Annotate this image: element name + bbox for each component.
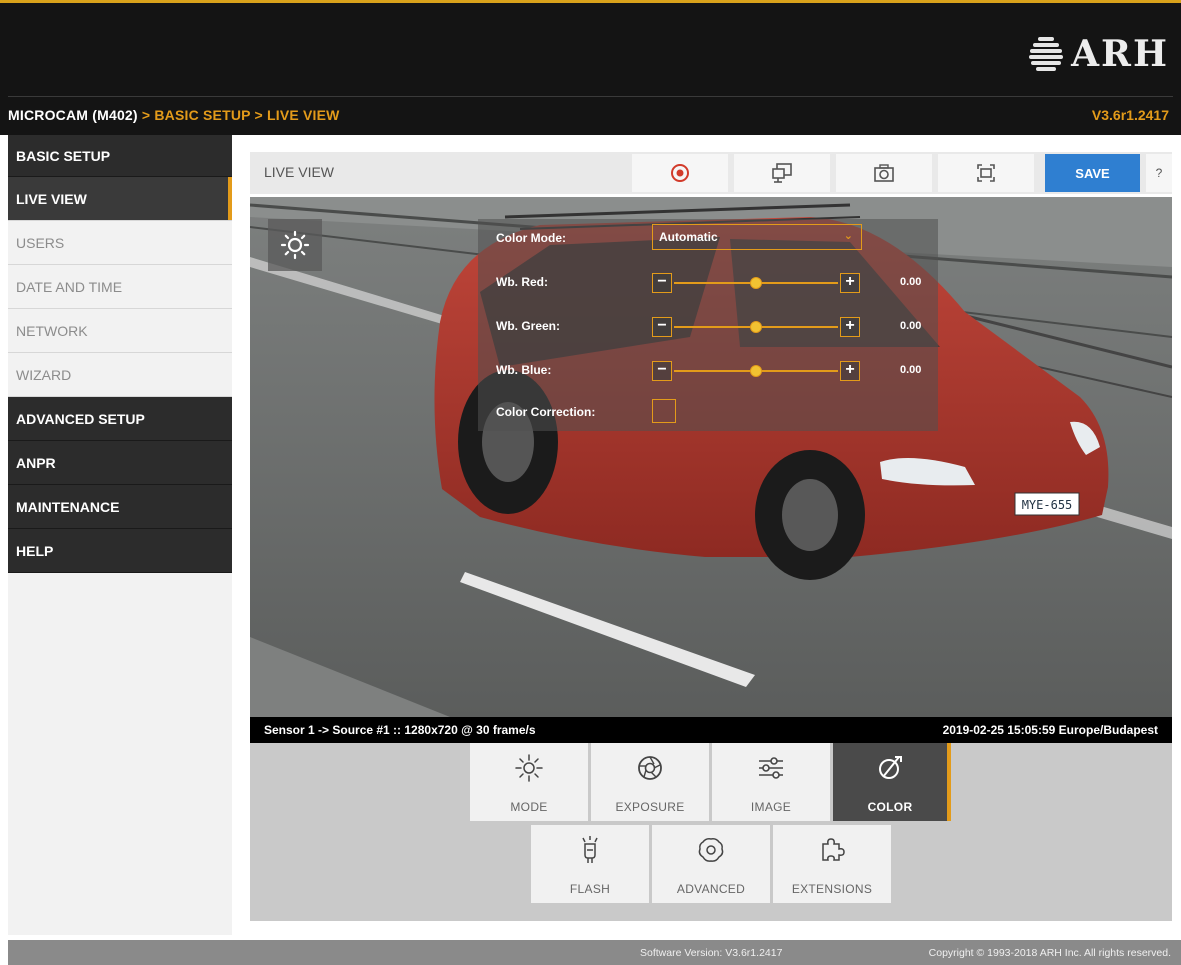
sidebar-item-users[interactable]: USERS — [8, 221, 232, 265]
sidebar-section-maintenance[interactable]: MAINTENANCE — [8, 485, 232, 529]
logo-text: ARH — [1071, 33, 1169, 75]
tab-color-label: COLOR — [867, 800, 913, 814]
breadcrumb-separator: > — [250, 107, 267, 123]
sliders-icon — [759, 757, 783, 779]
slider-handle[interactable] — [750, 365, 762, 377]
frame-capture-icon — [977, 164, 995, 182]
color-correction-label: Color Correction: — [496, 405, 596, 419]
record-icon — [671, 164, 689, 182]
wb-green-slider[interactable]: − + 0.00 — [652, 317, 921, 337]
arh-logo: ARH — [1029, 33, 1169, 75]
tab-flash-label: FLASH — [569, 882, 611, 896]
wb-blue-label: Wb. Blue: — [496, 363, 552, 377]
sidebar-section-help[interactable]: HELP — [8, 529, 232, 573]
wb-red-increase-button[interactable]: + — [840, 273, 860, 293]
fullscreen-capture-button[interactable] — [938, 154, 1034, 192]
sidebar-section-advanced-setup[interactable]: ADVANCED SETUP — [8, 397, 232, 441]
camera-icon — [874, 164, 894, 182]
wb-green-value: 0.00 — [900, 320, 922, 332]
wb-red-slider[interactable]: − + 0.00 — [652, 273, 921, 293]
stream-status-bar: Sensor 1 -> Source #1 :: 1280x720 @ 30 f… — [250, 717, 1172, 743]
display-button[interactable] — [734, 154, 830, 192]
stream-timestamp: 2019-02-25 15:05:59 Europe/Budapest — [942, 723, 1158, 737]
breadcrumb: MICROCAM (M402) > BASIC SETUP > LIVE VIE… — [8, 107, 340, 123]
snapshot-button[interactable] — [836, 154, 932, 192]
live-view-toolbar: LIVE VIEW SAVE ? — [250, 152, 1172, 194]
tab-exposure-label: EXPOSURE — [615, 800, 685, 814]
tab-advanced-label: ADVANCED — [676, 882, 746, 896]
record-button[interactable] — [632, 154, 728, 192]
wb-red-decrease-button[interactable]: − — [652, 273, 672, 293]
color-settings-panel: Color Mode: Automatic ⌄ Wb. Red: − + 0.0… — [478, 219, 938, 431]
aperture-icon — [638, 756, 662, 780]
tab-color[interactable]: COLOR — [833, 743, 951, 821]
tab-advanced[interactable]: ADVANCED — [652, 825, 770, 903]
main-panel: LIVE VIEW SAVE ? MYE-655 Color Mode: Aut… — [232, 135, 1181, 935]
app-header: ARH MICROCAM (M402) > BASIC SETUP > LIVE… — [0, 0, 1181, 135]
sun-icon — [515, 754, 543, 782]
wb-green-increase-button[interactable]: + — [840, 317, 860, 337]
breadcrumb-basic-setup[interactable]: BASIC SETUP — [154, 107, 250, 123]
tab-image-label: IMAGE — [750, 800, 792, 814]
sun-icon — [280, 230, 310, 260]
stream-source-info: Sensor 1 -> Source #1 :: 1280x720 @ 30 f… — [264, 723, 536, 737]
gear-brain-icon — [698, 838, 724, 862]
live-video-feed[interactable]: MYE-655 Color Mode: Automatic ⌄ Wb. Red:… — [250, 197, 1172, 717]
tab-image[interactable]: IMAGE — [712, 743, 830, 821]
software-version: Software Version: V3.6r1.2417 — [640, 947, 783, 959]
breadcrumb-live-view: LIVE VIEW — [266, 107, 340, 123]
wb-red-label: Wb. Red: — [496, 275, 548, 289]
firmware-version: V3.6r1.2417 — [1091, 107, 1169, 123]
header-divider — [8, 96, 1173, 97]
wb-blue-slider[interactable]: − + 0.00 — [652, 361, 921, 381]
color-correction-checkbox[interactable] — [652, 399, 676, 423]
help-button[interactable]: ? — [1146, 154, 1172, 192]
flash-bulb-icon — [582, 836, 598, 863]
app-footer: Software Version: V3.6r1.2417 Copyright … — [8, 940, 1181, 965]
image-settings-toggle[interactable] — [268, 219, 322, 271]
puzzle-icon — [822, 838, 845, 861]
wb-red-value: 0.00 — [900, 276, 922, 288]
tab-flash[interactable]: FLASH — [531, 825, 649, 903]
wb-green-label: Wb. Green: — [496, 319, 561, 333]
color-mode-label: Color Mode: — [496, 231, 566, 245]
wb-green-decrease-button[interactable]: − — [652, 317, 672, 337]
sidebar-nav: BASIC SETUP LIVE VIEW USERS DATE AND TIM… — [8, 135, 232, 935]
display-icon — [772, 163, 792, 183]
chevron-down-icon: ⌄ — [843, 230, 853, 242]
sidebar-item-live-view[interactable]: LIVE VIEW — [8, 177, 232, 221]
color-mode-value: Automatic — [659, 230, 718, 244]
tab-mode-label: MODE — [510, 800, 548, 814]
logo-mark-icon — [1029, 35, 1064, 73]
breadcrumb-device[interactable]: MICROCAM (M402) — [8, 107, 138, 123]
wb-blue-value: 0.00 — [900, 364, 922, 376]
sidebar-section-basic-setup[interactable]: BASIC SETUP — [8, 135, 232, 177]
license-plate-text: MYE-655 — [1022, 498, 1073, 512]
sidebar-item-network[interactable]: NETWORK — [8, 309, 232, 353]
slider-handle[interactable] — [750, 277, 762, 289]
color-icon — [879, 756, 902, 779]
save-button[interactable]: SAVE — [1045, 154, 1140, 192]
wb-blue-decrease-button[interactable]: − — [652, 361, 672, 381]
tab-exposure[interactable]: EXPOSURE — [591, 743, 709, 821]
tab-mode[interactable]: MODE — [470, 743, 588, 821]
tab-extensions-label: EXTENSIONS — [791, 882, 873, 896]
copyright-notice: Copyright © 1993-2018 ARH Inc. All right… — [928, 947, 1171, 959]
toolbar-title: LIVE VIEW — [264, 164, 335, 180]
color-mode-select[interactable]: Automatic ⌄ — [652, 224, 862, 250]
sidebar-item-wizard[interactable]: WIZARD — [8, 353, 232, 397]
settings-tabs: MODE EXPOSURE IMAGE COLOR FLASH ADVANCED… — [250, 743, 1172, 921]
wb-blue-increase-button[interactable]: + — [840, 361, 860, 381]
breadcrumb-separator: > — [137, 107, 155, 123]
slider-handle[interactable] — [750, 321, 762, 333]
sidebar-item-date-and-time[interactable]: DATE AND TIME — [8, 265, 232, 309]
tab-extensions[interactable]: EXTENSIONS — [773, 825, 891, 903]
sidebar-section-anpr[interactable]: ANPR — [8, 441, 232, 485]
